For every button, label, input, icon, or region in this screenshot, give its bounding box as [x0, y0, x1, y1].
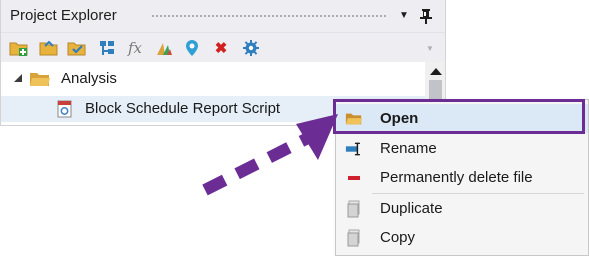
- menu-item-label: Duplicate: [380, 200, 443, 217]
- function-icon: fx: [127, 39, 142, 57]
- settings-icon: [243, 40, 259, 56]
- menu-item-copy[interactable]: Copy: [336, 223, 588, 252]
- delete-button[interactable]: ✖: [211, 38, 231, 58]
- duplicate-icon: [345, 200, 363, 218]
- chart-button[interactable]: [154, 38, 174, 58]
- rename-icon: [345, 140, 363, 158]
- context-menu: Open Rename Permanently delete file Dupl…: [335, 99, 589, 256]
- folder-check-icon: [67, 42, 86, 56]
- delete-icon: ✖: [214, 40, 228, 57]
- panel-titlebar: Project Explorer ▼: [1, 0, 445, 32]
- open-folder-button[interactable]: [39, 38, 59, 58]
- function-button[interactable]: fx: [125, 38, 145, 58]
- add-folder-button[interactable]: [9, 38, 29, 58]
- collapse-arrow-icon[interactable]: [14, 74, 22, 82]
- hierarchy-button[interactable]: [97, 38, 117, 58]
- tree-item-analysis[interactable]: Analysis: [1, 66, 425, 92]
- copy-icon: [345, 229, 363, 247]
- map-pin-button[interactable]: [182, 38, 202, 58]
- open-folder-icon: [345, 110, 363, 128]
- hierarchy-icon: [100, 41, 114, 55]
- menu-item-delete[interactable]: Permanently delete file: [336, 163, 588, 192]
- menu-item-label: Permanently delete file: [380, 169, 533, 186]
- folder-icon: [30, 73, 50, 86]
- add-folder-icon: [9, 42, 28, 56]
- tree-item-label: Block Schedule Report Script: [85, 100, 281, 117]
- map-pin-icon: [186, 40, 198, 56]
- open-folder-icon: [39, 40, 58, 56]
- menu-item-open[interactable]: Open: [336, 104, 588, 133]
- panel-title: Project Explorer: [10, 7, 117, 24]
- chart-icon: [157, 43, 172, 55]
- delete-icon: [345, 169, 363, 187]
- scroll-up-icon[interactable]: [430, 68, 442, 75]
- script-icon: [57, 100, 72, 118]
- menu-item-label: Open: [380, 110, 419, 127]
- pin-icon[interactable]: [419, 8, 433, 24]
- menu-item-label: Rename: [380, 140, 437, 157]
- panel-toolbar: fx ✖ ▼: [1, 32, 445, 62]
- tree-folder-label: Analysis: [61, 70, 117, 87]
- settings-button[interactable]: [241, 38, 261, 58]
- drag-grip[interactable]: [151, 14, 387, 19]
- toolbar-overflow-icon[interactable]: ▼: [426, 44, 436, 54]
- menu-item-rename[interactable]: Rename: [336, 134, 588, 163]
- menu-item-duplicate[interactable]: Duplicate: [336, 194, 588, 223]
- folder-check-button[interactable]: [67, 38, 87, 58]
- panel-dropdown-button[interactable]: ▼: [397, 9, 411, 23]
- menu-item-label: Copy: [380, 229, 416, 246]
